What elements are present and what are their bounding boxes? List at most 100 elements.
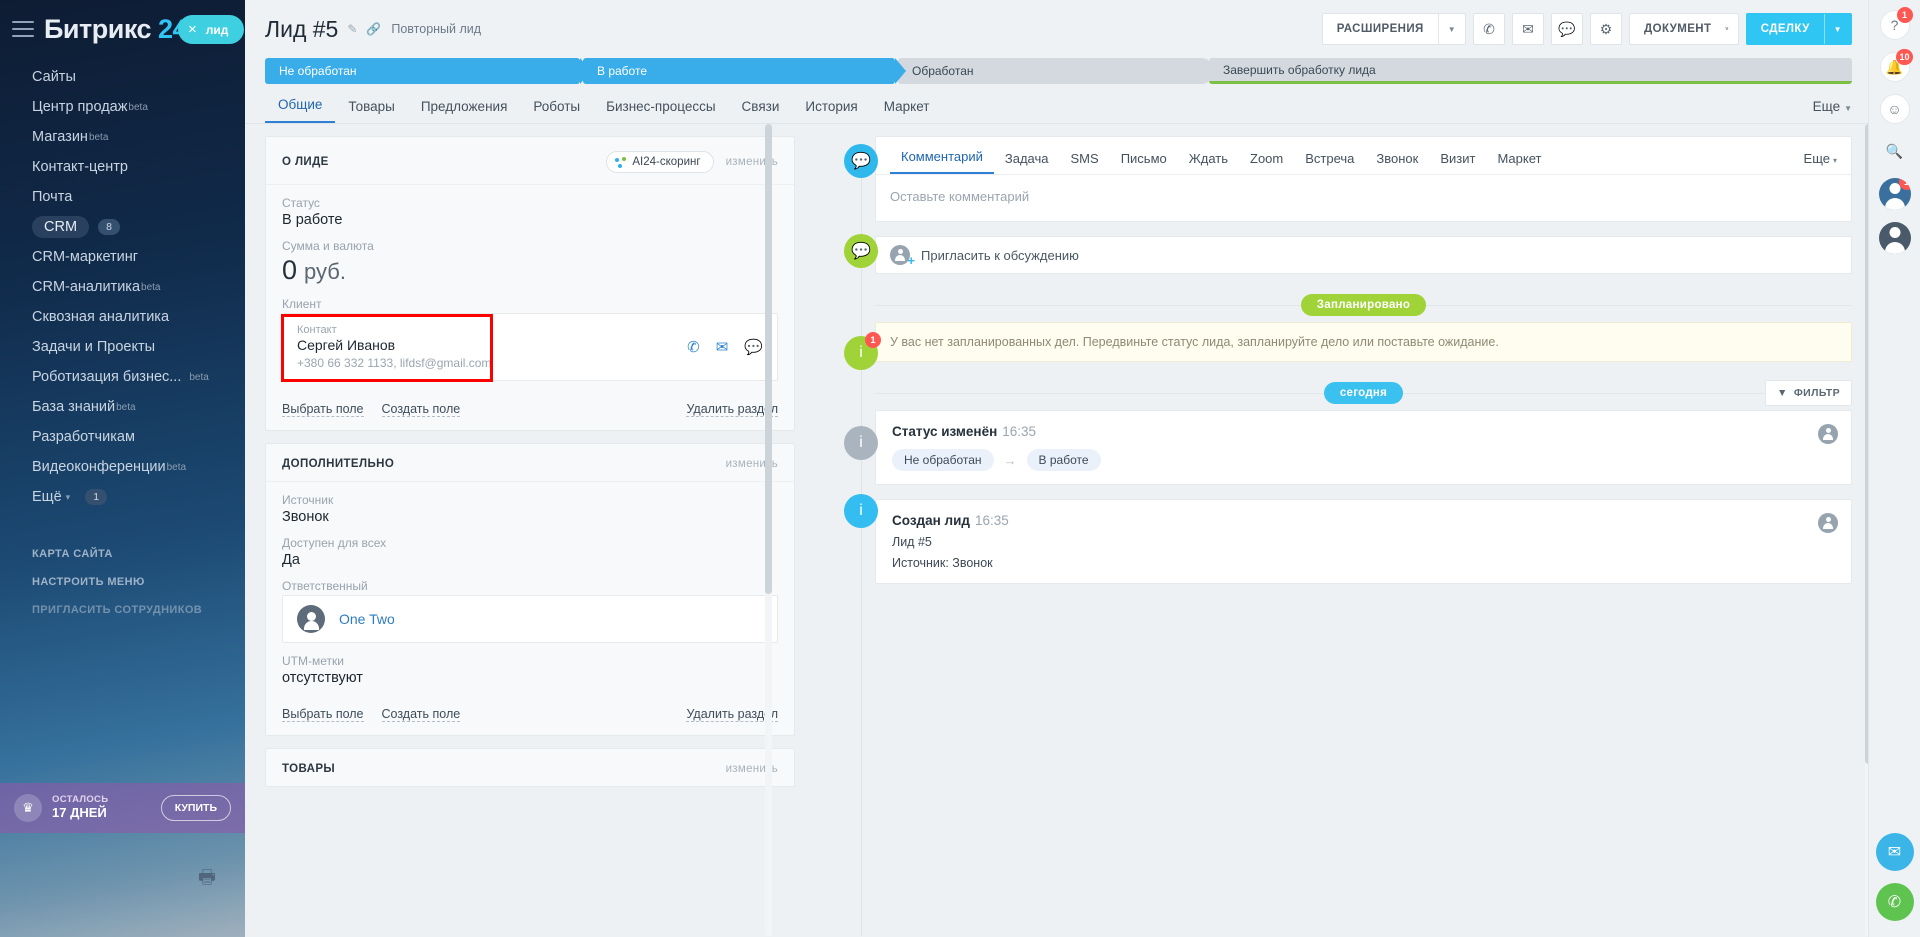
hamburger-menu-icon[interactable]	[12, 21, 34, 37]
email-icon[interactable]: ✉	[716, 338, 729, 356]
responsible-box[interactable]: One Two	[282, 595, 778, 643]
sidebar-item-crm-marketing[interactable]: CRM-маркетинг	[0, 242, 245, 272]
extensions-button[interactable]: РАСШИРЕНИЯ ▼	[1321, 13, 1467, 45]
chat-icon-button[interactable]: 💬	[1551, 13, 1584, 45]
create-field-link[interactable]: Создать поле	[381, 707, 461, 722]
stage-not-processed[interactable]: Не обработан	[265, 58, 591, 84]
additional-card-header: ДОПОЛНИТЕЛЬНО изменить	[266, 444, 794, 482]
bitrix-logo[interactable]: Битрикс 24	[44, 14, 188, 45]
sidebar-item-mail[interactable]: Почта	[0, 182, 245, 212]
chevron-down-icon: ᵛ	[1725, 24, 1729, 34]
sidebar-item-sites[interactable]: Сайты	[0, 62, 245, 92]
sidebar-item-label: Сайты	[32, 69, 76, 85]
sidebar-item-tasks-projects[interactable]: Задачи и Проекты	[0, 332, 245, 362]
sidebar-item-developers[interactable]: Разработчикам	[0, 422, 245, 452]
create-deal-button[interactable]: СДЕЛКУ ▼	[1745, 13, 1852, 45]
left-column-scrollbar-track[interactable]	[765, 124, 772, 936]
sidebar-item-videoconferences[interactable]: Видеоконференции beta	[0, 452, 245, 482]
document-label: ДОКУМЕНТ	[1644, 23, 1712, 35]
avatar-user-2[interactable]	[1878, 222, 1911, 254]
select-field-link[interactable]: Выбрать поле	[282, 402, 364, 417]
event-author-avatar[interactable]	[1818, 513, 1838, 533]
tab-history[interactable]: История	[792, 99, 870, 123]
settings-gear-icon-button[interactable]: ⚙	[1590, 13, 1623, 45]
tab-products[interactable]: Товары	[335, 99, 407, 123]
close-icon[interactable]: ×	[188, 21, 197, 38]
open-chat-fab[interactable]: ✉	[1875, 833, 1914, 871]
edit-pencil-icon[interactable]: ✎	[347, 22, 357, 36]
tab-market[interactable]: Маркет	[871, 99, 943, 123]
search-icon[interactable]: 🔍	[1880, 136, 1910, 166]
invite-to-discussion-row[interactable]: + Пригласить к обсуждению	[875, 236, 1852, 274]
trial-promo-banner: ♛ ОСТАЛОСЬ 17 ДНЕЙ КУПИТЬ	[0, 783, 245, 833]
contact-name[interactable]: Сергей Иванов	[297, 337, 687, 353]
stage-finish-processing[interactable]: Завершить обработку лида	[1209, 58, 1852, 84]
field-source-value[interactable]: Звонок	[282, 509, 778, 525]
sidebar-item-end-to-end-analytics[interactable]: Сквозная аналитика	[0, 302, 245, 332]
select-field-link[interactable]: Выбрать поле	[282, 707, 364, 722]
tab-business-processes[interactable]: Бизнес-процессы	[593, 99, 728, 123]
buy-button[interactable]: КУПИТЬ	[160, 795, 231, 821]
person-glyph	[1823, 517, 1833, 529]
planned-chip: Запланировано	[1300, 294, 1427, 316]
avatar-user-1[interactable]: 1	[1878, 178, 1911, 210]
tab-links[interactable]: Связи	[729, 99, 793, 123]
tab-robots[interactable]: Роботы	[520, 99, 593, 123]
activity-tab-sms[interactable]: SMS	[1060, 151, 1110, 174]
link-icon[interactable]: 🔗	[366, 22, 381, 36]
stage-in-progress[interactable]: В работе	[583, 58, 906, 84]
stage-processed[interactable]: Обработан	[898, 58, 1217, 84]
sidebar-item-shop[interactable]: Магазин beta	[0, 122, 245, 152]
left-column-scrollbar-thumb[interactable]	[765, 124, 772, 594]
sidebar-link-configure-menu[interactable]: НАСТРОИТЬ МЕНЮ	[0, 568, 245, 596]
sidebar-item-crm-analytics[interactable]: CRM-аналитика beta	[0, 272, 245, 302]
activity-tab-market[interactable]: Маркет	[1486, 151, 1552, 174]
document-button[interactable]: ДОКУМЕНТ ᵛ	[1629, 13, 1739, 45]
call-icon[interactable]: ✆	[687, 338, 700, 356]
sidebar-item-sales-center[interactable]: Центр продаж beta	[0, 92, 245, 122]
tab-general[interactable]: Общие	[265, 97, 336, 123]
chat-icon[interactable]: 💬	[744, 338, 763, 356]
activity-tab-comment[interactable]: Комментарий	[890, 149, 994, 174]
filter-button[interactable]: ▼ ФИЛЬТР	[1765, 380, 1852, 406]
client-contact-box[interactable]: Контакт Сергей Иванов +380 66 332 1133, …	[281, 313, 778, 382]
activity-tab-call[interactable]: Звонок	[1365, 151, 1429, 174]
field-available-value[interactable]: Да	[282, 552, 778, 568]
chevron-down-icon[interactable]: ▼	[1825, 25, 1851, 34]
about-lead-title: О ЛИДЕ	[282, 156, 329, 168]
sidebar-item-more[interactable]: Ещё ▾ 1	[0, 482, 245, 512]
tab-quotes[interactable]: Предложения	[408, 99, 521, 123]
sidebar-link-invite-employees[interactable]: ПРИГЛАСИТЬ СОТРУДНИКОВ	[0, 596, 245, 624]
event-author-avatar[interactable]	[1818, 424, 1838, 444]
call-icon-button[interactable]: ✆	[1473, 13, 1506, 45]
sidebar-link-sitemap[interactable]: КАРТА САЙТА	[0, 540, 245, 568]
sidebar-item-knowledge-base[interactable]: База знаний beta	[0, 392, 245, 422]
notifications-bell-icon[interactable]: 🔔 10	[1879, 49, 1913, 82]
activity-tabs-more[interactable]: Еще ▾	[1804, 151, 1837, 174]
help-icon[interactable]: ? 1	[1879, 7, 1913, 40]
create-field-link[interactable]: Создать поле	[381, 402, 461, 417]
email-icon-button[interactable]: ✉	[1512, 13, 1545, 45]
chevron-down-icon[interactable]: ▼	[1439, 25, 1465, 34]
printer-icon[interactable]: 🖶	[198, 863, 216, 895]
activity-tab-task[interactable]: Задача	[994, 151, 1060, 174]
responsible-name[interactable]: One Two	[339, 611, 395, 627]
activity-tab-zoom[interactable]: Zoom	[1239, 151, 1294, 174]
activity-tab-meeting[interactable]: Встреча	[1294, 151, 1365, 174]
tabs-more-button[interactable]: Еще ▼	[1813, 99, 1852, 123]
chat-round-icon[interactable]: ☺	[1879, 94, 1910, 124]
ai-scoring-button[interactable]: AI24-скоринг	[606, 151, 714, 173]
sidebar-item-crm[interactable]: CRM 8	[0, 212, 245, 242]
about-lead-card-footer: Выбрать поле Создать поле Удалить раздел	[266, 398, 794, 430]
activity-tab-wait[interactable]: Ждать	[1178, 151, 1239, 174]
activity-tab-email[interactable]: Письмо	[1110, 151, 1178, 174]
sidebar-item-contact-center[interactable]: Контакт-центр	[0, 152, 245, 182]
lead-tab-pill[interactable]: × лид	[178, 15, 245, 44]
comment-input[interactable]: Оставьте комментарий	[876, 175, 1851, 221]
field-status-value[interactable]: В работе	[282, 212, 778, 228]
event-title: Статус изменён 16:35	[892, 424, 1835, 439]
activity-tab-visit[interactable]: Визит	[1429, 151, 1486, 174]
call-fab[interactable]: ✆	[1875, 883, 1914, 921]
sidebar-item-business-automation[interactable]: Роботизация бизнес... beta	[0, 362, 245, 392]
field-amount-value-wrap[interactable]: 0 руб.	[282, 255, 778, 286]
